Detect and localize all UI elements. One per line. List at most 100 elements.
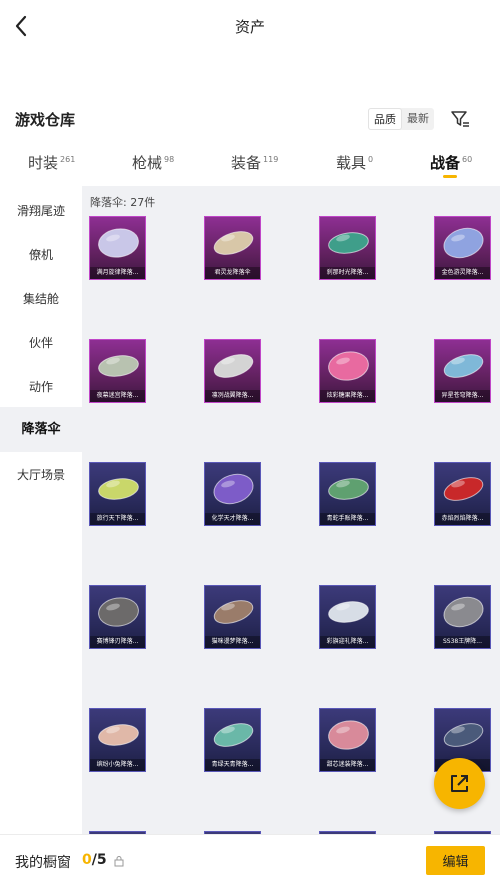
parachute-icon	[98, 724, 139, 746]
tab-label: 枪械	[132, 154, 163, 172]
parachute-icon	[443, 477, 484, 501]
item-name: 青蛇手账降落...	[320, 513, 375, 525]
tab-count: 119	[263, 155, 279, 164]
tab-count: 261	[60, 155, 76, 164]
parachute-icon	[443, 723, 484, 747]
item-name: 猫咪漫梦降落...	[205, 636, 260, 648]
item-name: 旅行天下降落...	[90, 513, 145, 525]
page-title: 资产	[234, 18, 265, 36]
tab-count: 0	[368, 155, 374, 164]
parachute-item-card[interactable]: 猫咪漫梦降落...	[204, 585, 261, 649]
tab-label: 载具	[336, 154, 367, 172]
parachute-item-card[interactable]: 缤纷小兔降落...	[89, 708, 146, 772]
sidebar-item-wingman[interactable]: 僚机	[0, 246, 82, 262]
item-name: 异星苍穹降落...	[435, 390, 490, 402]
item-name: SS38王牌降...	[435, 636, 490, 648]
item-name: 彩旗迎礼降落...	[320, 636, 375, 648]
item-name: 金色游灵降落...	[435, 267, 490, 279]
parachute-item-card[interactable]: 刹那时光降落...	[319, 216, 376, 280]
tab-count: 98	[164, 155, 175, 164]
item-name: 君灵龙降落伞	[205, 267, 260, 279]
parachute-icon	[328, 232, 369, 254]
sort-quality[interactable]: 品质	[368, 108, 402, 130]
parachute-icon	[98, 228, 139, 258]
parachute-item-card[interactable]: 甜芯迷装降落...	[319, 708, 376, 772]
parachute-icon	[98, 478, 139, 500]
tab-combat-gear[interactable]: 战备 60	[430, 152, 472, 173]
parachute-icon	[213, 473, 254, 505]
parachute-icon	[213, 354, 254, 378]
parachute-item-card[interactable]: 青绿天青降落...	[204, 708, 261, 772]
item-name: 炫彩糖果降落...	[320, 390, 375, 402]
tab-equipment[interactable]: 装备 119	[231, 152, 278, 173]
showcase-bar: 我的橱窗 0/5 编辑	[0, 834, 500, 886]
parachute-icon	[443, 354, 484, 378]
edit-button[interactable]: 编辑	[426, 846, 485, 875]
showcase-current: 0	[82, 852, 92, 868]
parachute-item-card[interactable]: 夜幕迷宫降落...	[89, 339, 146, 403]
item-name: 刹那时光降落...	[320, 267, 375, 279]
tab-label: 战备	[430, 154, 461, 172]
tab-label: 装备	[231, 154, 262, 172]
parachute-icon	[98, 355, 139, 377]
parachute-icon	[443, 596, 484, 628]
item-name: 化学天才降落...	[205, 513, 260, 525]
parachute-item-card[interactable]: 金色游灵降落...	[434, 216, 491, 280]
sidebar-item-emote[interactable]: 动作	[0, 378, 82, 394]
parachute-item-card[interactable]: 化学天才降落...	[204, 462, 261, 526]
parachute-icon	[328, 351, 369, 381]
tab-count: 60	[462, 155, 473, 164]
filter-icon[interactable]	[449, 108, 471, 130]
parachute-item-card[interactable]: 彩旗迎礼降落...	[319, 585, 376, 649]
parachute-item-card[interactable]: 凛冽战翼降落...	[204, 339, 261, 403]
parachute-item-card[interactable]: 炫彩糖果降落...	[319, 339, 376, 403]
item-name: 缤纷小兔降落...	[90, 759, 145, 771]
parachute-item-card[interactable]: 青蛇手账降落...	[319, 462, 376, 526]
parachute-icon	[98, 597, 139, 627]
showcase-count: 0/5	[82, 852, 107, 868]
sidebar-item-companion[interactable]: 伙伴	[0, 334, 82, 350]
share-button[interactable]	[434, 758, 485, 809]
active-tab-indicator	[443, 175, 457, 178]
item-name: 满月旋律降落...	[90, 267, 145, 279]
parachute-icon	[213, 231, 254, 255]
item-name: 凛冽战翼降落...	[205, 390, 260, 402]
item-name: 夜幕迷宫降落...	[90, 390, 145, 402]
category-tabs: 时装 261 枪械 98 装备 119 载具 0 战备 60	[0, 142, 500, 186]
tab-label: 时装	[28, 154, 59, 172]
sidebar-item-lobby-scene[interactable]: 大厅场景	[0, 466, 82, 482]
share-icon	[451, 775, 468, 792]
item-name: 赛博锋刃降落...	[90, 636, 145, 648]
warehouse-title: 游戏仓库	[15, 111, 76, 129]
subcategory-sidebar: 滑翔尾迹 僚机 集结舱 伙伴 动作 降落伞 大厅场景	[0, 186, 82, 834]
item-grid-panel: 降落伞: 27件 满月旋律降落... 君灵龙降落伞 刹那时光降落... 金色游灵降落.…	[82, 186, 500, 834]
sidebar-item-parachute[interactable]: 降落伞	[0, 407, 82, 452]
sort-toggle: 品质 最新	[368, 108, 434, 130]
parachute-item-card[interactable]: 满月旋律降落...	[89, 216, 146, 280]
sidebar-item-glide-trail[interactable]: 滑翔尾迹	[0, 202, 82, 218]
parachute-icon	[213, 600, 254, 624]
parachute-icon	[213, 723, 254, 747]
parachute-item-card[interactable]: 赤焰烈焰降落...	[434, 462, 491, 526]
parachute-icon	[328, 478, 369, 500]
sort-latest[interactable]: 最新	[402, 108, 434, 130]
parachute-item-card[interactable]: SS38王牌降...	[434, 585, 491, 649]
sidebar-item-capsule[interactable]: 集结舱	[0, 290, 82, 306]
parachute-icon	[328, 601, 369, 623]
tab-fashion[interactable]: 时装 261	[28, 152, 75, 173]
lock-icon	[114, 856, 124, 867]
parachute-icon	[443, 227, 484, 259]
item-name: 甜芯迷装降落...	[320, 759, 375, 771]
showcase-total: /5	[91, 852, 107, 868]
parachute-item-card[interactable]: 赛博锋刃降落...	[89, 585, 146, 649]
parachute-icon	[328, 720, 369, 750]
parachute-item-card[interactable]: 异星苍穹降落...	[434, 339, 491, 403]
tab-firearms[interactable]: 枪械 98	[132, 152, 174, 173]
item-name: 青绿天青降落...	[205, 759, 260, 771]
top-bar: 资产	[0, 0, 500, 52]
showcase-label: 我的橱窗	[15, 855, 71, 871]
item-count-label: 降落伞: 27件	[90, 196, 156, 209]
parachute-item-card[interactable]: 君灵龙降落伞	[204, 216, 261, 280]
parachute-item-card[interactable]: 旅行天下降落...	[89, 462, 146, 526]
tab-vehicles[interactable]: 载具 0	[336, 152, 373, 173]
